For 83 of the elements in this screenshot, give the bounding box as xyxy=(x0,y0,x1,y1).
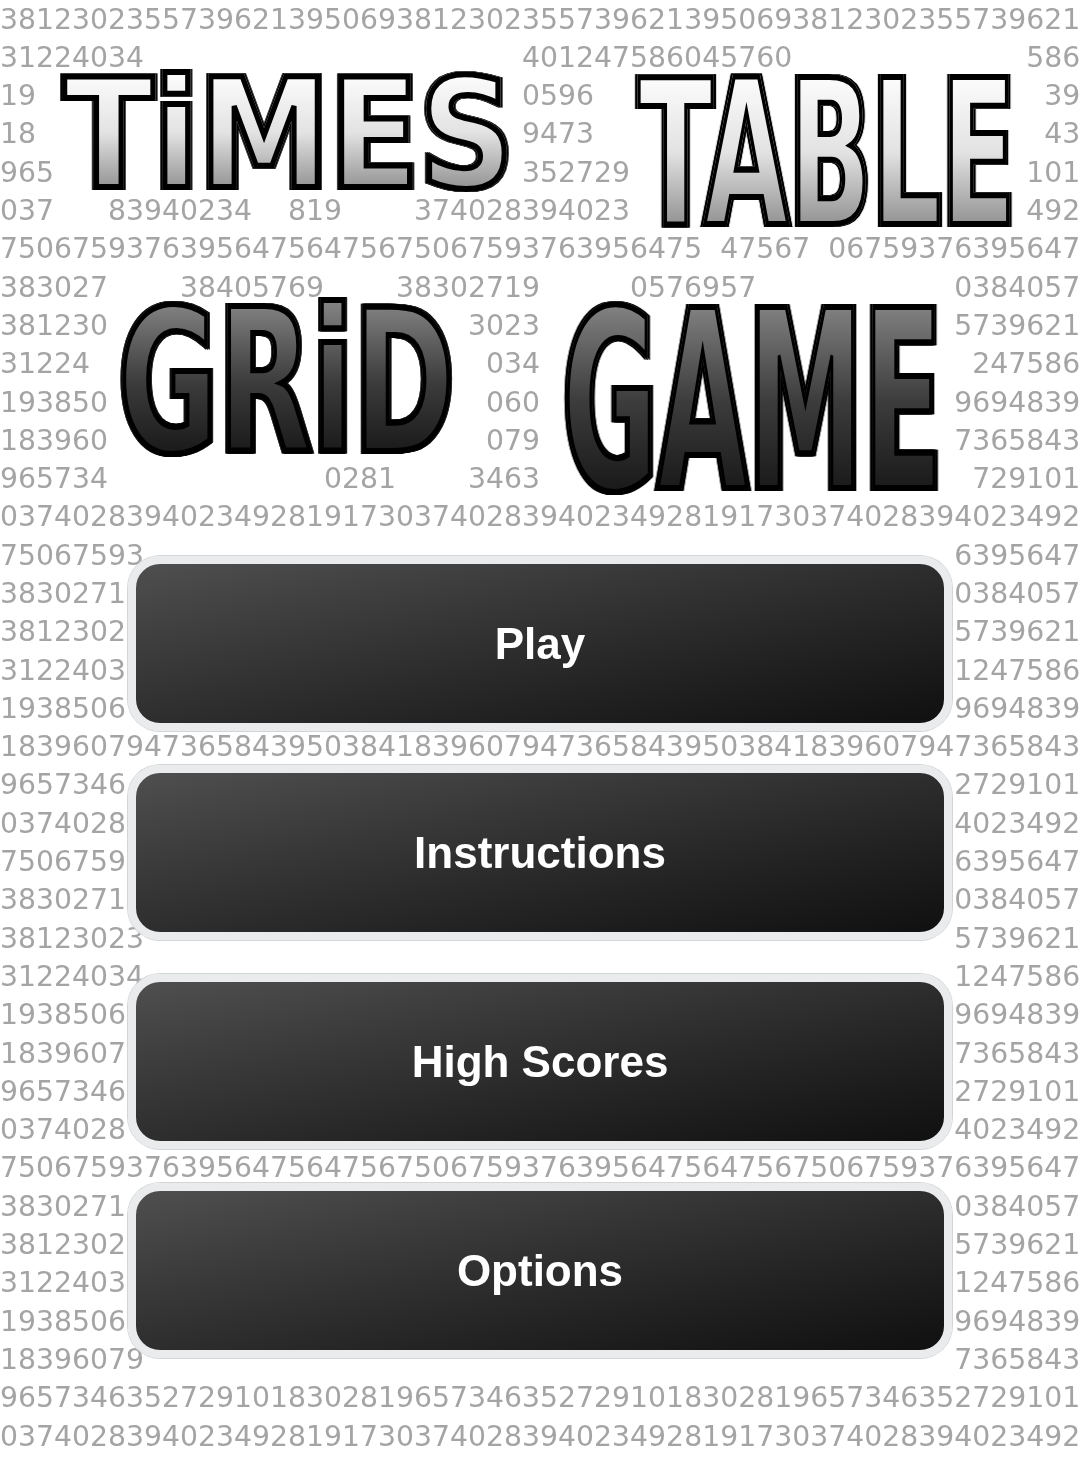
number-pattern-text: 3812302 xyxy=(0,621,127,643)
number-pattern-text: 2729101 xyxy=(954,1080,1080,1103)
number-pattern-text: 1247586 xyxy=(954,1272,1080,1294)
number-pattern-text: 1938506 xyxy=(0,1004,127,1026)
number-pattern-text: 9694839 xyxy=(954,391,1080,413)
number-pattern-text: 7365843 xyxy=(954,1348,1080,1371)
number-pattern-text: 1839607 xyxy=(0,1042,127,1064)
number-pattern-text: 3830271 xyxy=(0,583,127,605)
number-pattern-text: 1247586 xyxy=(954,965,1080,988)
number-pattern-text: 9694839 xyxy=(954,1310,1080,1332)
number-pattern-text: 079 xyxy=(486,429,541,451)
number-pattern-text: 1247586 xyxy=(954,659,1080,681)
number-pattern-text: 6395647 xyxy=(954,851,1080,873)
number-pattern-text: 3463 xyxy=(468,468,541,490)
number-pattern-text: 31224 xyxy=(0,353,91,375)
number-pattern-text: 381230235573962139506938123023557396213950693812302355739621 xyxy=(0,8,1080,30)
number-pattern-text: 183960 xyxy=(0,429,109,451)
number-pattern-text: 060 xyxy=(486,391,541,413)
number-pattern-text: 5739621 xyxy=(954,621,1080,643)
number-pattern-text: 193850 xyxy=(0,391,109,413)
number-pattern-text: 38405769 xyxy=(180,276,325,298)
number-pattern-text: 43 xyxy=(1044,123,1080,145)
number-pattern-text: 247586 xyxy=(972,353,1080,375)
number-pattern-text: 101 xyxy=(1026,161,1080,183)
number-pattern-text: 19 xyxy=(0,85,36,107)
number-pattern-text: 5739621 xyxy=(954,314,1080,337)
number-pattern-text: 5739621 xyxy=(954,1234,1080,1256)
number-pattern-text: 3122403 xyxy=(0,1272,127,1294)
number-pattern-text: 39 xyxy=(1044,85,1080,107)
number-pattern-text: 037 xyxy=(0,200,54,222)
number-pattern-text: 0384057 xyxy=(954,1195,1080,1217)
number-pattern-text: 381230 xyxy=(0,314,109,337)
number-pattern-text: 3830271 xyxy=(0,889,127,911)
number-pattern-text: 352729 xyxy=(522,161,631,183)
number-pattern-text: 47567 xyxy=(720,238,811,260)
number-pattern-text: 750675937639564756475675067593763956475 xyxy=(0,238,703,260)
number-pattern-text: 0576957 xyxy=(630,276,757,298)
number-pattern-text: 183960794736584395038418396079473658439503841839607947365843 xyxy=(0,736,1080,758)
number-pattern-text: 492 xyxy=(1026,200,1080,222)
number-pattern-text: 0281 xyxy=(324,468,397,490)
number-pattern-text: 18 xyxy=(0,123,36,145)
number-pattern-text: 1938506 xyxy=(0,697,127,720)
number-pattern-text: 3830271 xyxy=(0,1195,127,1217)
number-pattern-text: 0384057 xyxy=(954,889,1080,911)
number-pattern-text: 0384057 xyxy=(954,583,1080,605)
number-pattern-text: 037402839402349281917303740283940234928191730374028394023492 xyxy=(0,506,1080,528)
number-pattern-text: 037402839402349281917303740283940234928191730374028394023492 xyxy=(0,1425,1080,1447)
number-pattern-text: 965 xyxy=(0,161,54,183)
number-pattern-text: 06759376395647 xyxy=(828,238,1080,260)
number-pattern-text: 7365843 xyxy=(954,1042,1080,1064)
number-pattern-text: 0374028 xyxy=(0,1119,127,1141)
number-pattern-text: 0596 xyxy=(522,85,595,107)
number-pattern-text: 0374028 xyxy=(0,812,127,834)
number-pattern-text: 31224034 xyxy=(0,46,145,69)
number-pattern-text: 7365843 xyxy=(954,429,1080,451)
number-pattern-text: 401247586045760 xyxy=(522,46,793,69)
number-pattern-text: 38302719 xyxy=(396,276,541,298)
number-pattern-text: 9694839 xyxy=(954,1004,1080,1026)
number-pattern-text: 965734635272910183028196573463527291018302819657346352729101 xyxy=(0,1387,1080,1409)
number-pattern-text: 1938506 xyxy=(0,1310,127,1332)
number-pattern-text: 6395647 xyxy=(954,544,1080,566)
number-pattern-text: 9657346 xyxy=(0,774,127,796)
number-pattern-text: 750675937639564756475675067593763956475647567506759376395647 xyxy=(0,1157,1080,1179)
number-pattern-text: 586 xyxy=(1026,46,1080,69)
number-pattern-text: 3023 xyxy=(468,314,541,337)
number-pattern-text: 5739621 xyxy=(954,927,1080,949)
number-pattern-text: 0384057 xyxy=(954,276,1080,298)
number-pattern-text: 3122403 xyxy=(0,659,127,681)
number-pattern-text: 9657346 xyxy=(0,1080,127,1103)
number-pattern-text: 4023492 xyxy=(954,1119,1080,1141)
number-pattern-text: 965734 xyxy=(0,468,109,490)
number-pattern-text: 4023492 xyxy=(954,812,1080,834)
number-pattern-text: 034 xyxy=(486,353,541,375)
number-pattern-text: 3812302 xyxy=(0,1234,127,1256)
number-pattern-text: 2729101 xyxy=(954,774,1080,796)
number-pattern-text: 383027 xyxy=(0,276,109,298)
number-pattern-text: 9473 xyxy=(522,123,595,145)
number-pattern-text: 83940234 xyxy=(108,200,253,222)
number-pattern-text: 7506759 xyxy=(0,851,127,873)
number-pattern-text: 374028394023 xyxy=(414,200,631,222)
number-pattern-text: 729101 xyxy=(972,468,1080,490)
number-pattern-text: 819 xyxy=(288,200,343,222)
number-pattern-text: 9694839 xyxy=(954,697,1080,720)
